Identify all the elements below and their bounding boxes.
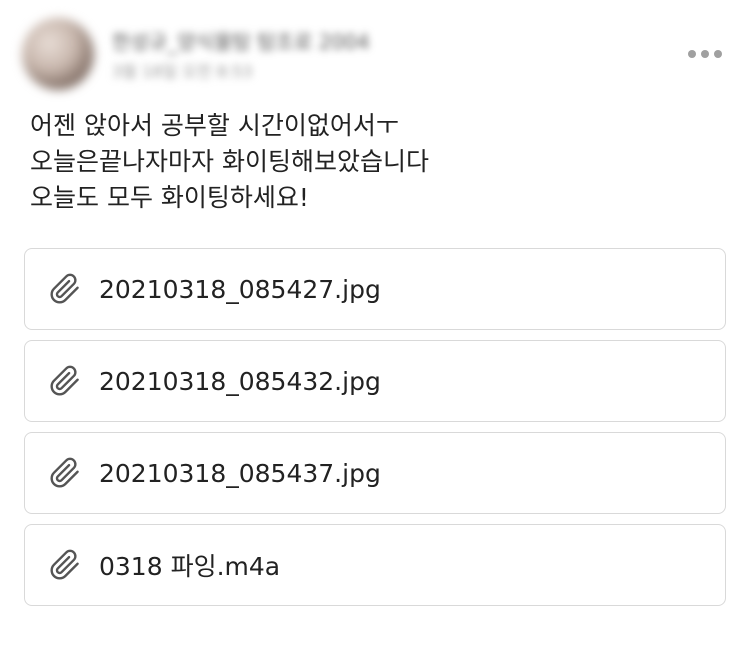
attachment-item[interactable]: 20210318_085427.jpg: [24, 248, 726, 330]
attachment-item[interactable]: 0318 파잉.m4a: [24, 524, 726, 606]
attachment-filename: 20210318_085437.jpg: [99, 458, 381, 488]
attachment-list: 20210318_085427.jpg 20210318_085432.jpg …: [24, 248, 726, 616]
more-horizontal-icon-dot: [714, 50, 722, 58]
author-name[interactable]: 한성규_양식물탐 탐조로 2004: [112, 26, 370, 55]
more-horizontal-icon: [688, 50, 696, 58]
attachment-filename: 0318 파잉.m4a: [99, 552, 281, 581]
avatar[interactable]: [22, 18, 94, 90]
paperclip-icon: [50, 365, 79, 396]
more-options-button[interactable]: [684, 40, 726, 68]
post-card: 한성규_양식물탐 탐조로 2004 3월 18일 오전 8:53 어젠 앉아서 …: [0, 0, 750, 648]
attachment-filename: 20210318_085427.jpg: [99, 274, 381, 304]
attachment-item[interactable]: 20210318_085437.jpg: [24, 432, 726, 514]
post-body-line: 어젠 앉아서 공부할 시간이없어서ㅜ: [30, 111, 399, 140]
paperclip-icon: [50, 273, 79, 304]
post-body-line: 오늘은끝나자마자 화이팅해보았습니다: [30, 147, 429, 176]
paperclip-icon: [50, 457, 79, 488]
paperclip-icon: [50, 549, 79, 580]
post-time: 3월 18일 오전 8:53: [112, 62, 253, 81]
more-horizontal-icon-dot: [701, 50, 709, 58]
attachment-item[interactable]: 20210318_085432.jpg: [24, 340, 726, 422]
post-body-line: 오늘도 모두 화이팅하세요!: [30, 183, 309, 212]
attachment-filename: 20210318_085432.jpg: [99, 366, 381, 396]
post-body: 어젠 앉아서 공부할 시간이없어서ㅜ 오늘은끝나자마자 화이팅해보았습니다 오늘…: [30, 108, 720, 216]
